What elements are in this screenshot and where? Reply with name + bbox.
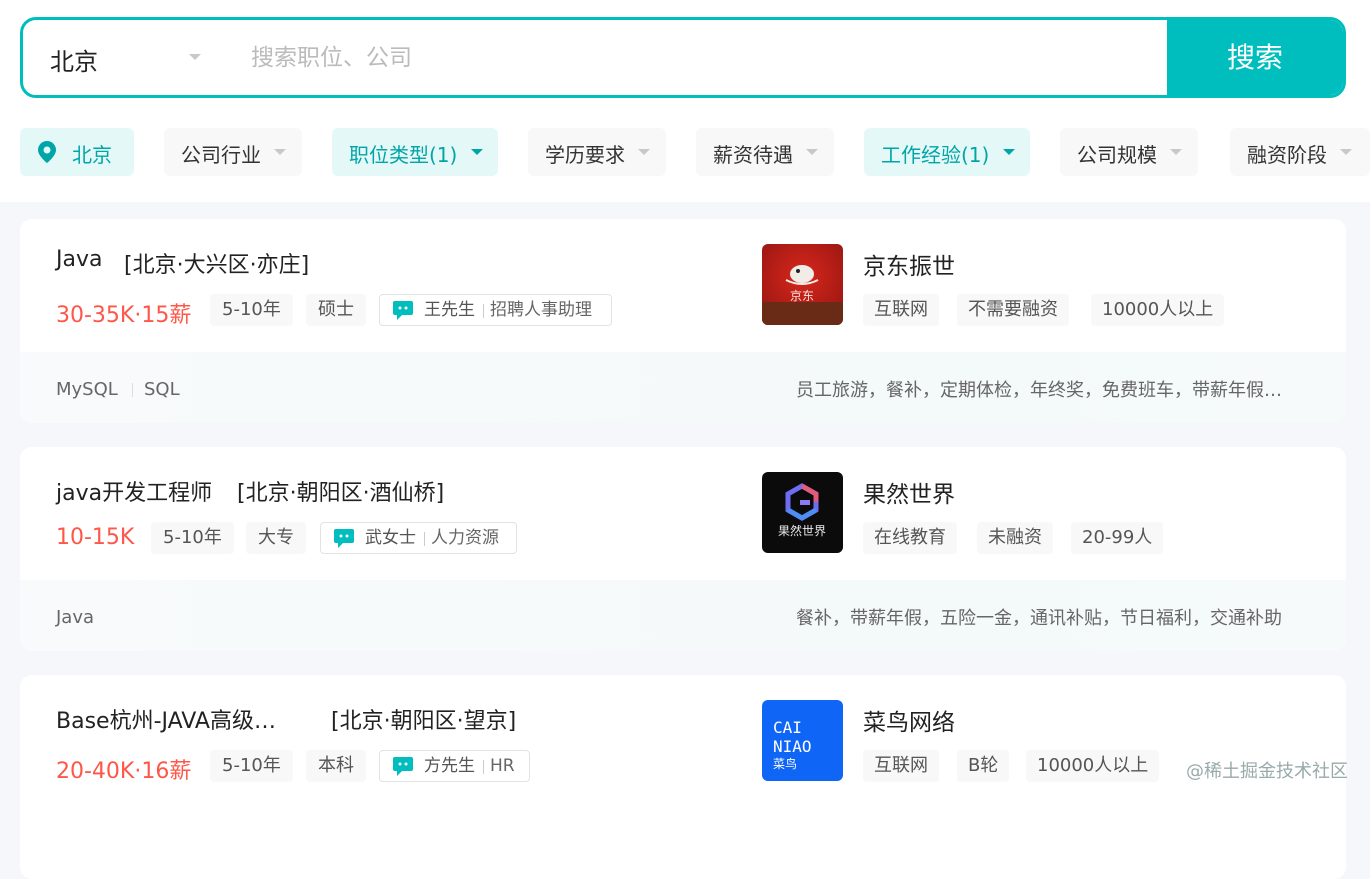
job-card[interactable]: Java [北京·大兴区·亦庄] 30-35K·15薪 5-10年 硕士 王先生… xyxy=(20,219,1346,423)
chevron-down-icon xyxy=(189,54,201,60)
job-salary: 20-40K·16薪 xyxy=(56,759,192,784)
filter-education[interactable]: 学历要求 xyxy=(528,128,666,176)
chevron-down-icon xyxy=(1003,149,1015,155)
guoranshijie-logo-text: 果然世界 xyxy=(778,523,826,538)
filter-company-size[interactable]: 公司规模 xyxy=(1060,128,1198,176)
filter-company-size-label: 公司规模 xyxy=(1077,143,1157,167)
company-logo[interactable]: 果然世界 xyxy=(762,472,843,553)
company-tag: 未融资 xyxy=(977,522,1053,554)
filter-industry[interactable]: 公司行业 xyxy=(164,128,302,176)
boss-name: 武女士 xyxy=(365,528,416,548)
jd-logo-icon: 京东 xyxy=(762,265,843,325)
job-tag-experience: 5-10年 xyxy=(151,522,234,554)
filter-job-type[interactable]: 职位类型(1) xyxy=(332,128,498,176)
company-logo[interactable]: 京东 xyxy=(762,244,843,325)
filter-experience[interactable]: 工作经验(1) xyxy=(864,128,1030,176)
skill-tag: Java xyxy=(56,607,95,628)
filter-industry-label: 公司行业 xyxy=(181,143,261,167)
filter-education-label: 学历要求 xyxy=(545,143,625,167)
job-card[interactable]: java开发工程师 [北京·朝阳区·酒仙桥] 10-15K 5-10年 大专 武… xyxy=(20,447,1346,651)
chat-icon xyxy=(334,529,354,548)
chevron-down-icon xyxy=(806,149,818,155)
job-card-footer: Java 餐补，带薪年假，五险一金，通讯补贴，节日福利，交通补助 xyxy=(20,580,1346,651)
boss-title: 人力资源 xyxy=(431,528,499,548)
welfare-list: 餐补，带薪年假，五险一金，通讯补贴，节日福利，交通补助 xyxy=(796,608,1282,629)
job-tag-degree: 本科 xyxy=(306,750,366,782)
welfare-list: 员工旅游，餐补，定期体检，年终奖，免费班车，带薪年假… xyxy=(796,380,1282,401)
search-input[interactable] xyxy=(249,34,1133,82)
city-select-value: 北京 xyxy=(50,48,98,76)
company-logo[interactable]: CAI NIAO 菜鸟 xyxy=(762,700,843,781)
city-select[interactable]: 北京 xyxy=(23,20,223,95)
skill-tag: SQL xyxy=(144,379,180,400)
filter-experience-label: 工作经验(1) xyxy=(881,143,990,167)
job-tag-experience: 5-10年 xyxy=(210,750,293,782)
job-title[interactable]: java开发工程师 xyxy=(56,475,212,507)
company-tag: 20-99人 xyxy=(1071,522,1164,554)
boss-info[interactable]: 王先生 招聘人事助理 xyxy=(379,294,612,326)
guoranshijie-logo-icon: 果然世界 xyxy=(778,483,826,538)
job-card[interactable]: Base杭州-JAVA高级… [北京·朝阳区·望京] 20-40K·16薪 5-… xyxy=(20,675,1346,879)
boss-name: 王先生 xyxy=(424,300,475,320)
job-salary: 30-35K·15薪 xyxy=(56,303,192,328)
chevron-down-icon xyxy=(471,149,483,155)
cainiao-logo-text: 菜鸟 xyxy=(773,756,797,771)
skill-tag: MySQL xyxy=(56,379,118,400)
job-area: [北京·朝阳区·望京] xyxy=(331,709,517,734)
divider xyxy=(483,304,484,318)
job-area: [北京·大兴区·亦庄] xyxy=(124,253,310,278)
chevron-down-icon xyxy=(1340,149,1352,155)
boss-title: 招聘人事助理 xyxy=(490,300,592,320)
filter-city[interactable]: 北京 xyxy=(20,128,134,176)
job-salary: 10-15K xyxy=(56,525,135,550)
cainiao-logo-text: CAI xyxy=(773,718,802,737)
search-bar: 北京 搜索 xyxy=(20,17,1346,98)
watermark-text: @稀土掘金技术社区 xyxy=(1186,761,1348,782)
filter-salary[interactable]: 薪资待遇 xyxy=(696,128,834,176)
job-tag-degree: 硕士 xyxy=(306,294,366,326)
chat-icon xyxy=(393,757,413,776)
company-tag: B轮 xyxy=(957,750,1010,782)
company-tag: 10000人以上 xyxy=(1026,750,1160,782)
chevron-down-icon xyxy=(638,149,650,155)
chat-icon xyxy=(393,301,413,320)
filter-financing-label: 融资阶段 xyxy=(1247,143,1327,167)
company-tag: 10000人以上 xyxy=(1091,294,1225,326)
divider xyxy=(132,383,133,397)
search-header: 北京 搜索 北京 公司行业 职位类型(1) 学历要求 薪资待遇 xyxy=(0,0,1370,202)
company-tag: 互联网 xyxy=(863,294,939,326)
cainiao-logo-icon: CAI NIAO 菜鸟 xyxy=(773,718,812,771)
filter-city-label: 北京 xyxy=(72,143,112,167)
job-area: [北京·朝阳区·酒仙桥] xyxy=(237,481,445,506)
job-title[interactable]: Java xyxy=(56,247,102,272)
boss-info[interactable]: 武女士 人力资源 xyxy=(320,522,517,554)
divider xyxy=(483,760,484,774)
job-tag-degree: 大专 xyxy=(246,522,306,554)
company-tag: 在线教育 xyxy=(863,522,957,554)
filter-salary-label: 薪资待遇 xyxy=(713,143,793,167)
filter-financing[interactable]: 融资阶段 xyxy=(1230,128,1370,176)
boss-name: 方先生 xyxy=(424,756,475,776)
company-name[interactable]: 京东振世 xyxy=(863,247,955,281)
job-card-footer: MySQL SQL 员工旅游，餐补，定期体检，年终奖，免费班车，带薪年假… xyxy=(20,352,1346,423)
job-title[interactable]: Base杭州-JAVA高级… xyxy=(56,703,276,735)
boss-info[interactable]: 方先生 HR xyxy=(379,750,530,782)
cainiao-logo-text: NIAO xyxy=(773,737,812,756)
boss-title: HR xyxy=(490,756,515,776)
company-name[interactable]: 果然世界 xyxy=(863,475,955,509)
location-pin-icon xyxy=(38,141,56,163)
company-tag: 不需要融资 xyxy=(957,294,1069,326)
company-tag: 互联网 xyxy=(863,750,939,782)
search-button[interactable]: 搜索 xyxy=(1167,20,1343,95)
company-name[interactable]: 菜鸟网络 xyxy=(863,703,955,737)
divider xyxy=(424,532,425,546)
chevron-down-icon xyxy=(1170,149,1182,155)
chevron-down-icon xyxy=(274,149,286,155)
filter-job-type-label: 职位类型(1) xyxy=(349,143,458,167)
job-tag-experience: 5-10年 xyxy=(210,294,293,326)
jd-logo-text: 京东 xyxy=(790,289,814,303)
